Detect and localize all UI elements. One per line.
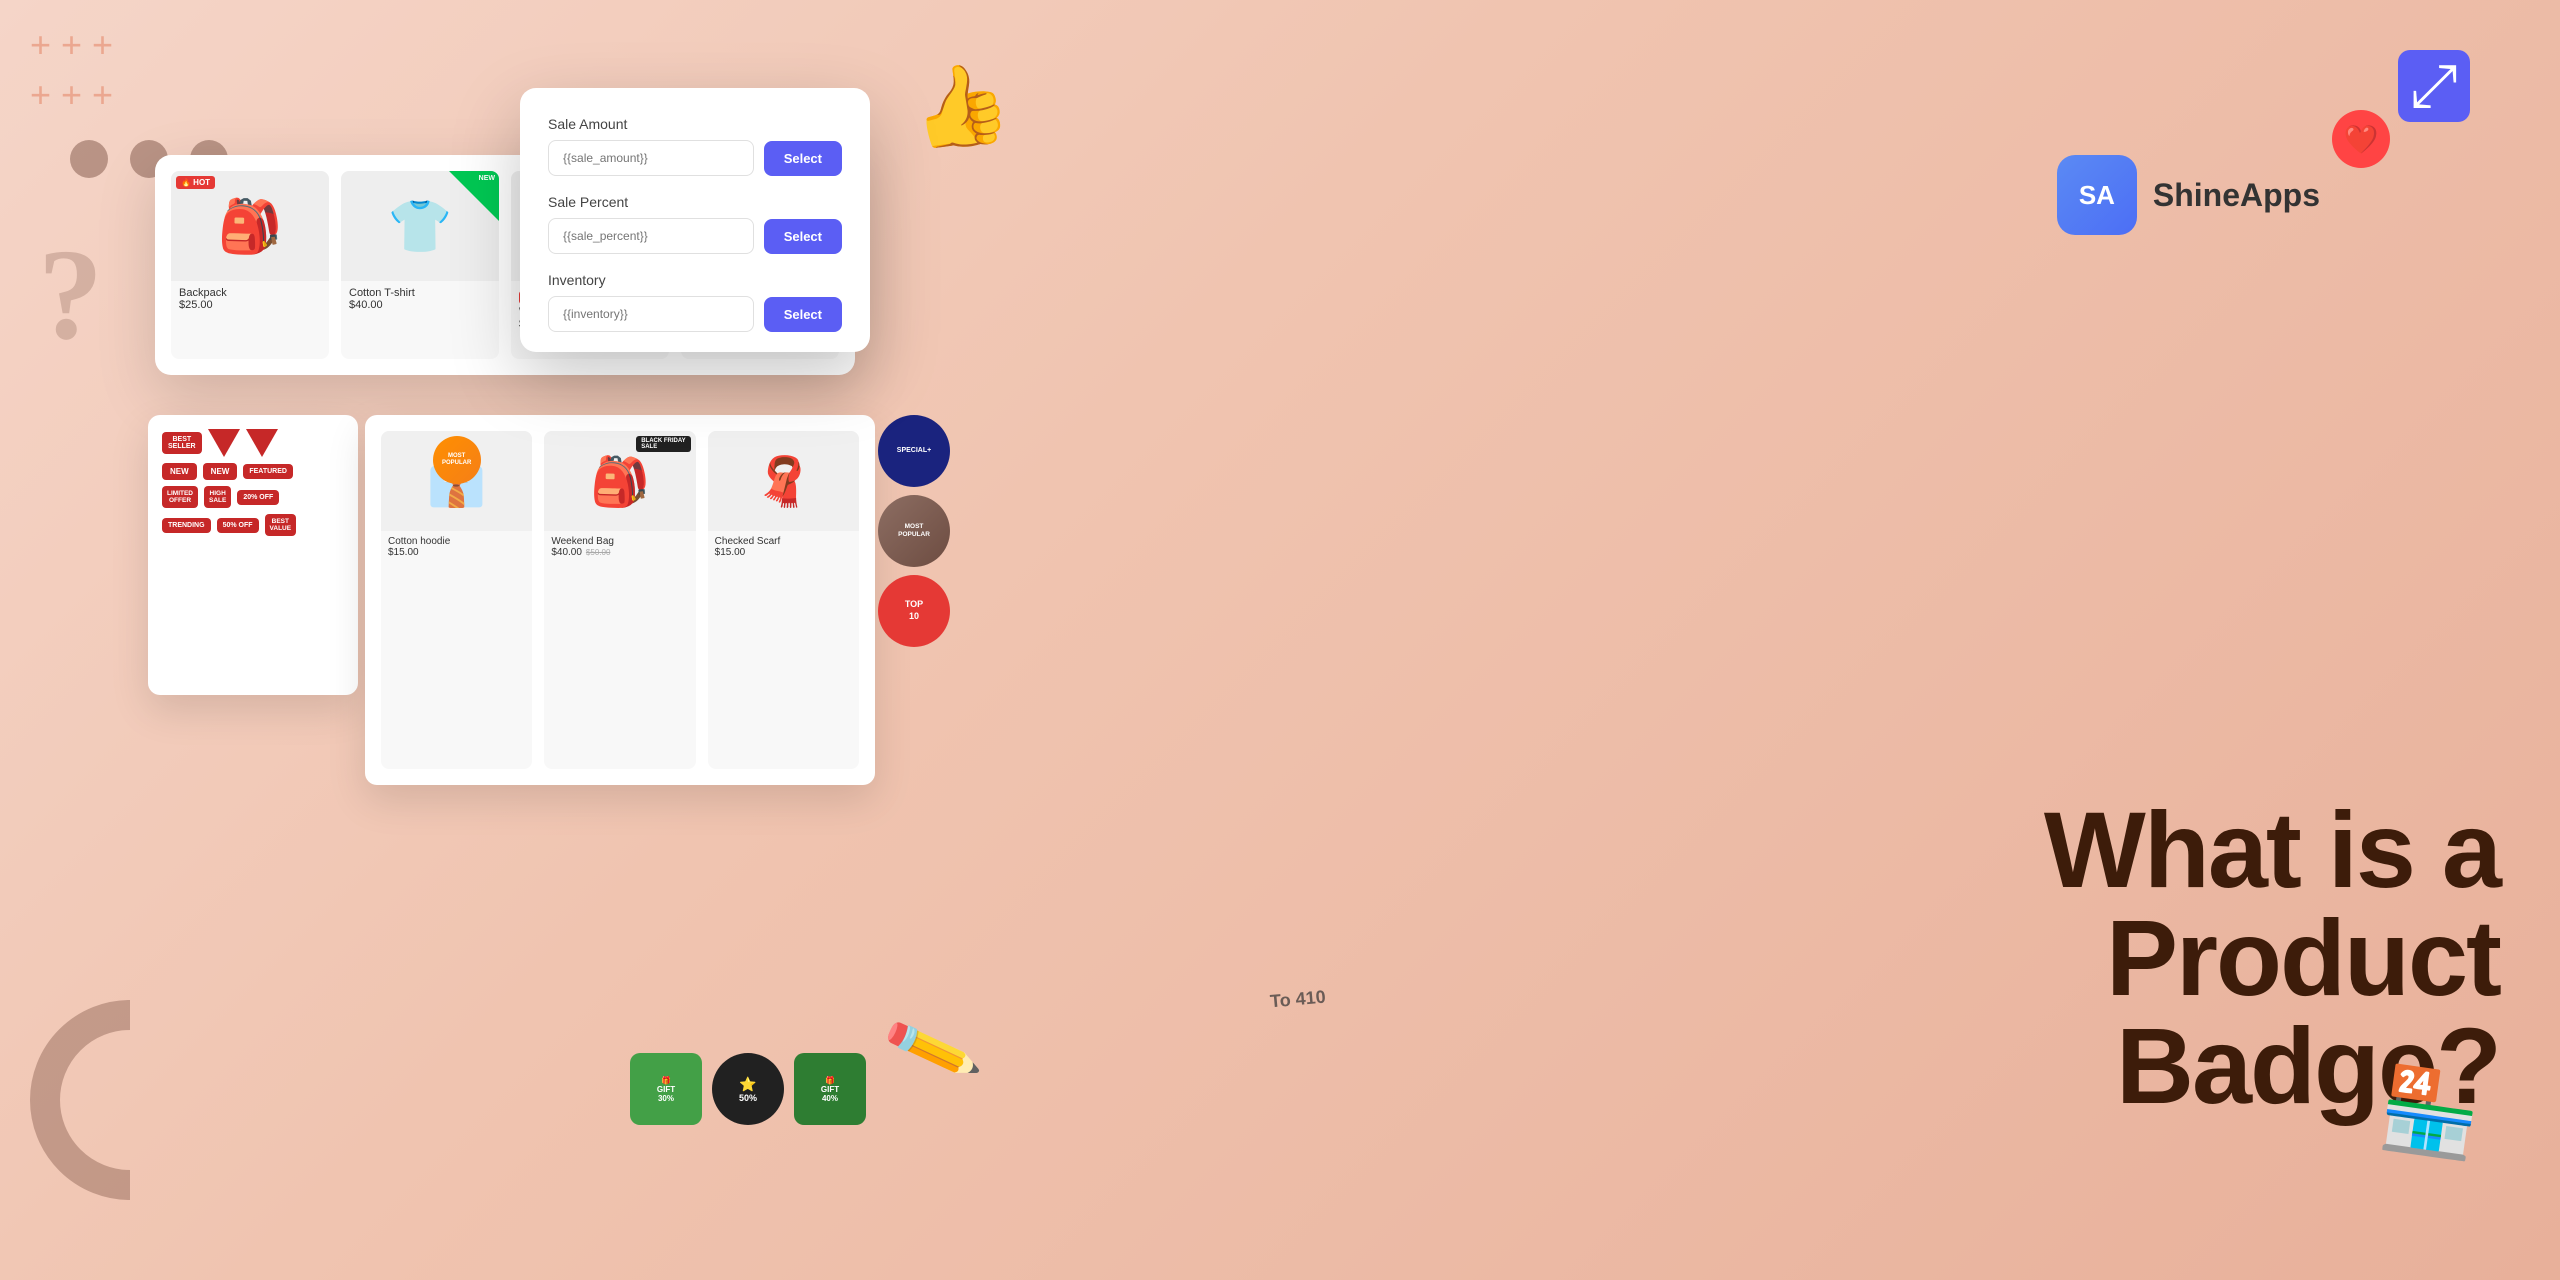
badge-row-2: NEW NEW FEATURED: [162, 463, 344, 480]
lower-product-image-scarf: 🧣: [708, 431, 859, 531]
sale-amount-input-row: Select: [548, 140, 842, 176]
lower-product-name: Cotton hoodie: [388, 536, 525, 547]
gift-badge-30: 🎁GIFT30%: [630, 1053, 702, 1125]
inventory-select-button[interactable]: Select: [764, 297, 842, 332]
product-name: Backpack: [179, 287, 321, 299]
main-heading: What is a Product Badge?: [1720, 796, 2500, 1120]
shop-icon: 🏪: [2374, 1060, 2486, 1167]
lower-product-price: $15.00: [715, 547, 852, 558]
lower-product-name: Checked Scarf: [715, 536, 852, 547]
question-mark-decoration: ?: [38, 220, 103, 370]
badge-high-sale: HIGHSALE: [204, 486, 231, 508]
badge-hot: 🔥 HOT: [176, 176, 215, 189]
plus-signs-decoration: + + ++ + +: [30, 20, 113, 121]
product-price: $40.00: [349, 299, 491, 311]
selector-modal: Sale Amount Select Sale Percent Select I…: [520, 88, 870, 352]
badge-trending-2: TRENDING: [162, 518, 211, 533]
badge-featured: FEATURED: [243, 464, 293, 479]
rotate-square-icon: ⤢: [2398, 50, 2470, 122]
inventory-input-row: Select: [548, 296, 842, 332]
badge-50off: 50% OFF: [217, 518, 259, 533]
inventory-label: Inventory: [548, 272, 842, 288]
badge-best-seller: BESTSELLER: [162, 432, 202, 454]
sale-amount-field: Sale Amount Select: [548, 116, 842, 176]
badge-most-popular-circle: MOSTPOPULAR: [433, 436, 481, 484]
badge-limited: LIMITEDOFFER: [162, 486, 198, 508]
gift-badge-40: 🎁GIFT40%: [794, 1053, 866, 1125]
lower-product-price: $40.00: [551, 547, 582, 558]
badge-row-3: LIMITEDOFFER HIGHSALE 20% OFF: [162, 486, 344, 508]
lower-product-price: $15.00: [388, 547, 525, 558]
product-card-tshirt[interactable]: NEW 👕 Cotton T-shirt $40.00: [341, 171, 499, 359]
badge-new-1: NEW: [162, 463, 197, 480]
thumbsup-icon: 👍: [903, 52, 1017, 162]
star-badge-50: ⭐50%: [712, 1053, 784, 1125]
sale-percent-field: Sale Percent Select: [548, 194, 842, 254]
sale-percent-input[interactable]: [548, 218, 754, 254]
product-info: Backpack $25.00: [171, 281, 329, 317]
products-panel-lower: MOSTPOPULAR 👔 Cotton hoodie $15.00 BLACK…: [365, 415, 875, 785]
badge-20off: 20% OFF: [237, 490, 279, 505]
lower-product-info: Cotton hoodie $15.00: [381, 531, 532, 563]
inventory-field: Inventory Select: [548, 272, 842, 332]
badges-display-panel: BESTSELLER NEW NEW FEATURED LIMITEDOFFER…: [148, 415, 358, 695]
sale-percent-label: Sale Percent: [548, 194, 842, 210]
lower-product-info: Weekend Bag $40.00 $50.00: [544, 531, 695, 563]
lower-product-price-row: $40.00 $50.00: [551, 547, 688, 558]
lower-product-hoodie[interactable]: MOSTPOPULAR 👔 Cotton hoodie $15.00: [381, 431, 532, 769]
sale-percent-input-row: Select: [548, 218, 842, 254]
badge-new-2: NEW: [203, 463, 238, 480]
badge-row-1: BESTSELLER: [162, 429, 344, 457]
pen-icon: ✏️: [879, 998, 986, 1102]
lower-product-name: Weekend Bag: [551, 536, 688, 547]
product-name: Cotton T-shirt: [349, 287, 491, 299]
gift-badges-row: 🎁GIFT30% ⭐50% 🎁GIFT40%: [630, 1053, 866, 1125]
lower-product-info: Checked Scarf $15.00: [708, 531, 859, 563]
badge-black-friday-sale: BLACK FRIDAYSALE: [636, 436, 690, 452]
sa-logo-box: SA: [2057, 155, 2137, 235]
most-popular-badge: MOSTPOPULAR: [878, 495, 950, 567]
product-price: $25.00: [179, 299, 321, 311]
heading-line1: What is a: [1720, 796, 2500, 904]
shineapps-brand-name: ShineApps: [2153, 177, 2320, 214]
circle-badges-column: SPECIAL+ MOSTPOPULAR TOP10: [878, 415, 958, 647]
lower-product-scarf[interactable]: 🧣 Checked Scarf $15.00: [708, 431, 859, 769]
lower-product-weekendbag[interactable]: BLACK FRIDAYSALE 🎒 Weekend Bag $40.00 $5…: [544, 431, 695, 769]
arc-decoration: [30, 1000, 230, 1200]
sale-amount-input[interactable]: [548, 140, 754, 176]
dot-1: [70, 140, 108, 178]
top10-badge: TOP10: [878, 575, 950, 647]
badge-new-text: NEW: [479, 175, 495, 182]
shineapps-logo-area: SA ShineApps: [2057, 155, 2320, 235]
lower-product-old-price: $50.00: [586, 548, 610, 557]
inventory-input[interactable]: [548, 296, 754, 332]
badge-row-4: TRENDING 50% OFF BESTVALUE: [162, 514, 344, 536]
heart-icon: ❤️: [2332, 110, 2390, 168]
product-card-backpack[interactable]: 🔥 HOT 🎒 Backpack $25.00: [171, 171, 329, 359]
special-plus-badge: SPECIAL+: [878, 415, 950, 487]
sale-amount-label: Sale Amount: [548, 116, 842, 132]
badge-ribbon-2: [246, 429, 278, 457]
to410-label: To 410: [1269, 987, 1326, 1013]
sale-amount-select-button[interactable]: Select: [764, 141, 842, 176]
badge-best-value: BESTVALUE: [265, 514, 297, 536]
product-info: Cotton T-shirt $40.00: [341, 281, 499, 317]
badge-ribbon-1: [208, 429, 240, 457]
sale-percent-select-button[interactable]: Select: [764, 219, 842, 254]
